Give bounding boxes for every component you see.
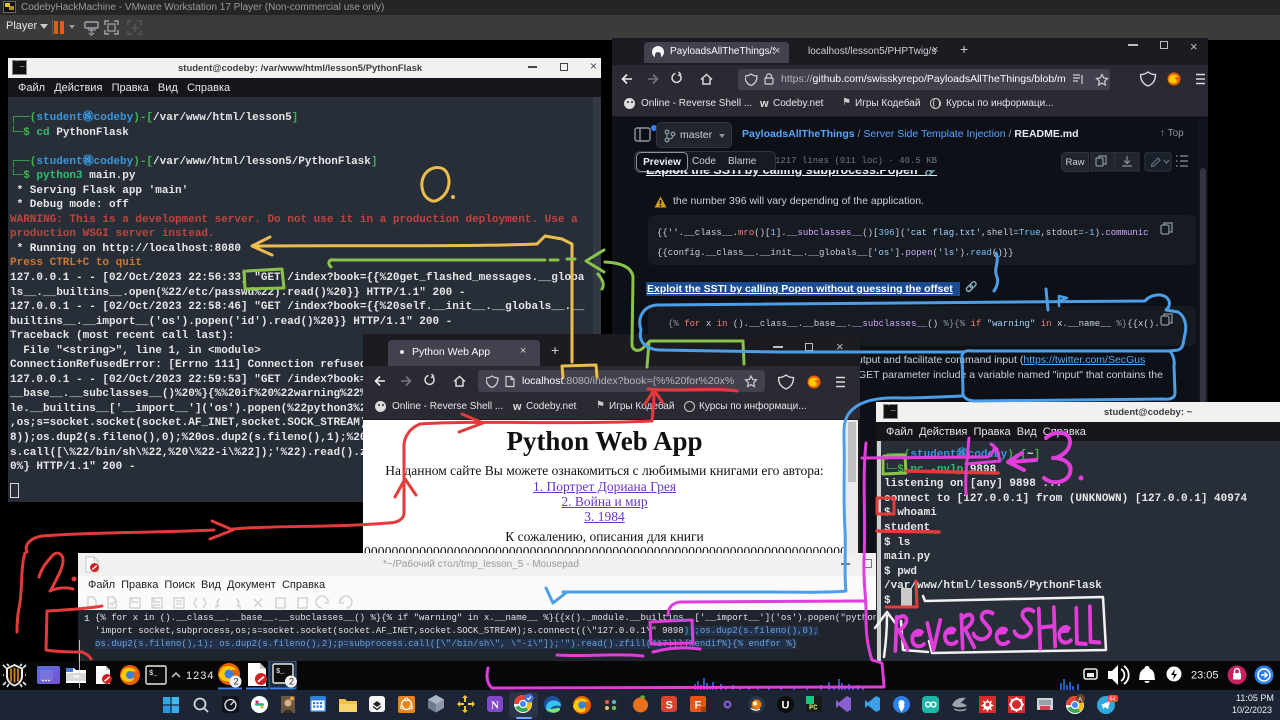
svg-text:10/2/2023: 10/2/2023: [1232, 705, 1272, 715]
svg-text:S: S: [666, 700, 673, 712]
svg-text:F: F: [695, 700, 702, 712]
svg-text:$_: $_: [149, 670, 158, 678]
svg-text:1234: 1234: [186, 670, 214, 682]
svg-text:U: U: [782, 700, 790, 712]
svg-text:A: A: [1078, 697, 1083, 704]
svg-text:PC: PC: [809, 705, 817, 713]
svg-text:2: 2: [234, 677, 239, 687]
svg-text:64: 64: [1110, 697, 1116, 703]
svg-text:23:05: 23:05: [1191, 670, 1219, 682]
svg-text:$_: $_: [276, 668, 285, 676]
svg-text:2: 2: [289, 677, 294, 687]
svg-text:N: N: [491, 700, 499, 712]
svg-text:11:05 PM: 11:05 PM: [1236, 693, 1274, 703]
